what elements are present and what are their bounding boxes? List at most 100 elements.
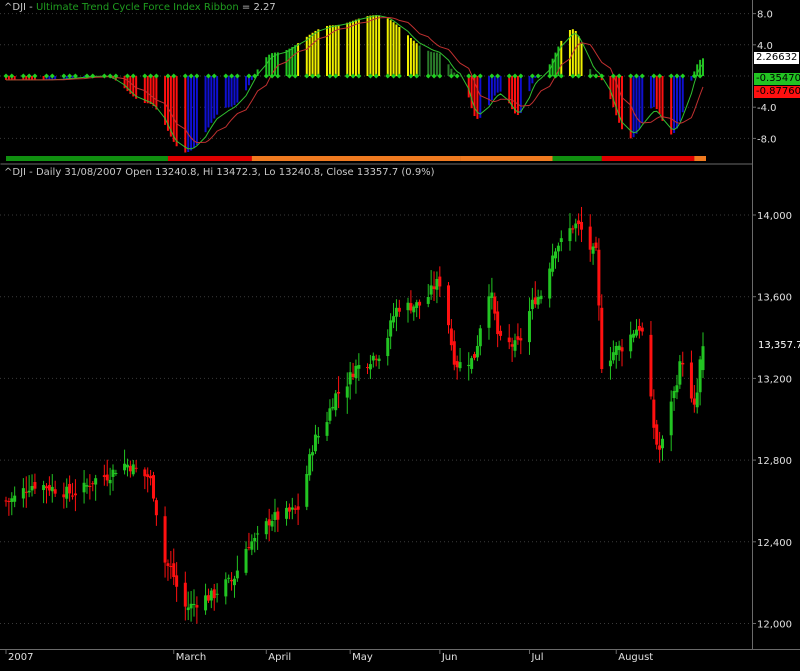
candle-body xyxy=(418,301,422,306)
x-axis-label: Jun xyxy=(441,652,458,663)
candle-body xyxy=(250,541,254,550)
candle-body xyxy=(496,311,500,335)
candle-body xyxy=(273,512,277,520)
candle-body xyxy=(316,436,320,438)
candle-body xyxy=(597,249,601,306)
candle-body xyxy=(551,255,555,272)
ribbon-segment xyxy=(167,156,252,161)
candle-body xyxy=(415,302,419,308)
candle-body xyxy=(658,445,662,450)
candle-body xyxy=(513,340,517,351)
candle-body xyxy=(123,463,127,471)
candle-body xyxy=(348,372,352,385)
candle-body xyxy=(206,595,210,601)
candle-body xyxy=(438,276,442,287)
candle-body xyxy=(655,424,659,445)
candle-body xyxy=(33,482,37,489)
price-y-tick-label: 12,000 xyxy=(757,620,792,631)
candle-body xyxy=(149,475,153,479)
candle-body xyxy=(91,483,95,485)
indicator-name: Ultimate Trend Cycle Force Index Ribbon xyxy=(35,2,239,13)
candle-body xyxy=(389,320,393,337)
candle-body xyxy=(692,398,696,405)
candle-body xyxy=(591,246,595,254)
candle-body xyxy=(65,486,69,499)
candle-body xyxy=(134,467,138,469)
price-y-tick-label: 14,000 xyxy=(757,211,792,222)
candle-body xyxy=(13,495,17,502)
candle-body xyxy=(507,337,511,343)
candle-body xyxy=(68,483,72,494)
indicator-value-box-2: -0.354706 xyxy=(754,72,800,85)
candle-body xyxy=(53,489,57,494)
candle-body xyxy=(490,292,494,298)
candle-body xyxy=(215,593,219,595)
candle-body xyxy=(227,577,231,579)
candle-body xyxy=(446,285,450,326)
candle-body xyxy=(146,474,150,478)
candle-body xyxy=(394,307,398,317)
candle-body xyxy=(452,341,456,365)
candle-body xyxy=(594,242,598,248)
candle-body xyxy=(285,507,289,519)
candle-body xyxy=(276,511,280,520)
candle-body xyxy=(580,221,584,230)
candle-body xyxy=(7,501,11,503)
candle-body xyxy=(88,485,92,487)
candle-body xyxy=(175,575,179,587)
candle-body xyxy=(108,479,112,484)
candle-body xyxy=(510,344,514,347)
candle-body xyxy=(556,245,560,252)
candle-body xyxy=(620,347,624,352)
candle-body xyxy=(499,330,503,336)
candle-body xyxy=(308,454,312,476)
candle-body xyxy=(4,500,8,502)
candle-body xyxy=(429,285,433,295)
candle-body xyxy=(467,364,471,367)
candle-body xyxy=(611,352,615,361)
price-y-tick-label: 12,400 xyxy=(757,538,792,549)
candle-body xyxy=(30,485,34,491)
candle-body xyxy=(539,295,543,300)
candle-body xyxy=(530,299,534,310)
price-title-text: ^DJI - Daily 31/08/2007 Open 13240.8, Hi… xyxy=(4,167,435,178)
ribbon-segment xyxy=(251,156,461,161)
candle-body xyxy=(351,373,355,378)
candle-body xyxy=(426,297,430,304)
candle-body xyxy=(519,338,523,341)
candle-body xyxy=(698,359,702,393)
candle-body xyxy=(337,391,341,394)
candle-body xyxy=(412,306,416,313)
candle-body xyxy=(473,354,477,358)
candle-body xyxy=(313,434,317,452)
candle-body xyxy=(209,590,213,601)
candle-body xyxy=(678,361,682,385)
candle-body xyxy=(230,579,234,582)
candle-body xyxy=(458,362,462,369)
candle-body xyxy=(195,605,199,608)
candle-body xyxy=(42,485,46,491)
candle-body xyxy=(334,393,338,411)
candle-body xyxy=(652,399,656,428)
candle-body xyxy=(189,603,193,609)
candle-body xyxy=(600,307,604,370)
candle-body xyxy=(270,520,274,527)
candle-body xyxy=(435,279,439,290)
candle-body xyxy=(235,570,239,579)
stock-chart: 8.0 4.0 -4.0 -8.0 14,000 13,600 13,200 12,800 12… xyxy=(0,0,800,671)
candle-body xyxy=(487,296,491,328)
candle-body xyxy=(640,327,644,332)
candle-body xyxy=(608,360,612,367)
candle-body xyxy=(85,485,89,487)
candle-body xyxy=(82,482,86,493)
candle-body xyxy=(27,490,31,493)
ribbon-segment xyxy=(694,156,706,161)
candle-body xyxy=(10,498,14,502)
candle-body xyxy=(224,579,228,597)
candle-body xyxy=(548,268,552,299)
indicator-y-tick-label: 8.0 xyxy=(757,10,773,21)
candle-body xyxy=(554,251,558,259)
candle-body xyxy=(111,469,115,477)
candle-body xyxy=(357,364,361,369)
indicator-y-tick-label: 4.0 xyxy=(757,41,773,52)
